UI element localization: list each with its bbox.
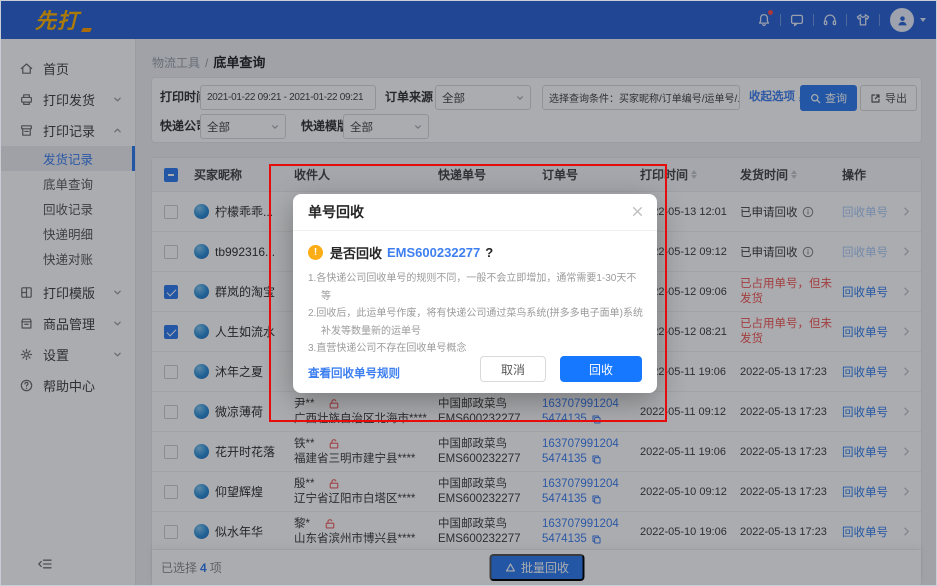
modal-header: 单号回收	[293, 194, 657, 231]
modal-actions: 取消 回收	[480, 356, 642, 382]
recycle-rule-1: 1.各快递公司回收单号的规则不同，一般不会立即增加，通常需要1-30天不等	[308, 270, 645, 305]
close-icon[interactable]	[631, 205, 644, 218]
cancel-button[interactable]: 取消	[480, 356, 546, 382]
warning-icon: !	[308, 245, 323, 260]
recycle-rule-2: 2.回收后，此运单号作废，将有快递公司通过菜鸟系统(拼多多电子面单)系统补发等数…	[308, 305, 645, 340]
recycle-modal: 单号回收 ! 是否回收 EMS600232277 ? 1.各快递公司回收单号的规…	[293, 194, 657, 393]
confirm-recycle-button[interactable]: 回收	[560, 356, 642, 382]
recycle-rule-3: 3.直营快递公司不存在回收单号概念	[308, 340, 645, 358]
modal-question: ! 是否回收 EMS600232277 ?	[308, 243, 645, 262]
question-prefix: 是否回收	[330, 243, 382, 262]
modal-tracking-number: EMS600232277	[387, 245, 480, 260]
modal-title: 单号回收	[308, 202, 364, 222]
app-window: 先打	[0, 0, 937, 586]
question-mark: ?	[485, 245, 493, 260]
